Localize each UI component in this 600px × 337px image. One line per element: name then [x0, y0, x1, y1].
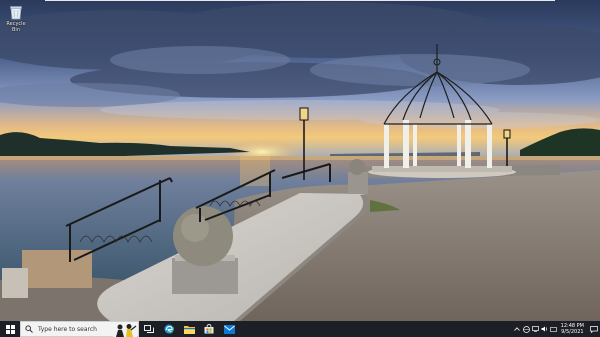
- network-icon: [522, 325, 530, 333]
- taskbar: Type here to search: [0, 321, 600, 337]
- monitor-icon: [531, 326, 539, 332]
- top-white-strip: [45, 0, 555, 1]
- show-hidden-icons-button[interactable]: [513, 321, 522, 337]
- search-highlight-figures-icon: [113, 323, 137, 337]
- taskbar-clock[interactable]: 12:48 PM 9/5/2021: [561, 323, 584, 335]
- store-icon: [204, 324, 214, 334]
- speaker-icon: [541, 326, 547, 332]
- task-view-icon: [144, 325, 154, 333]
- desktop-icon-label: Recycle Bin: [6, 21, 26, 33]
- folder-icon: [183, 325, 195, 334]
- edge-icon: [164, 324, 174, 334]
- windows-logo-icon: [5, 324, 15, 334]
- network-tray-button[interactable]: [522, 321, 531, 337]
- store-button[interactable]: [199, 321, 219, 337]
- chevron-up-icon: [514, 327, 520, 331]
- display-tray-button[interactable]: [531, 321, 540, 337]
- search-placeholder: Type here to search: [38, 325, 97, 333]
- wallpaper-lake-gazebo: [0, 0, 600, 321]
- keyboard-icon: [549, 326, 557, 332]
- language-tray-button[interactable]: [549, 321, 558, 337]
- taskbar-search-box[interactable]: Type here to search: [20, 321, 139, 337]
- task-view-button[interactable]: [139, 321, 159, 337]
- action-center-button[interactable]: [588, 321, 600, 337]
- edge-taskbar-button[interactable]: [159, 321, 179, 337]
- system-tray: 12:48 PM 9/5/2021: [513, 321, 600, 337]
- file-explorer-button[interactable]: [179, 321, 199, 337]
- start-button[interactable]: [0, 321, 20, 337]
- search-icon: [25, 325, 33, 333]
- volume-tray-button[interactable]: [540, 321, 549, 337]
- desktop[interactable]: Recycle Bin: [0, 0, 600, 321]
- recycle-bin-icon: [9, 4, 23, 20]
- notification-icon: [590, 325, 598, 333]
- clock-date: 9/5/2021: [561, 329, 584, 335]
- mail-icon: [223, 324, 235, 334]
- mail-button[interactable]: [219, 321, 239, 337]
- desktop-icon-recycle-bin[interactable]: Recycle Bin: [2, 4, 30, 33]
